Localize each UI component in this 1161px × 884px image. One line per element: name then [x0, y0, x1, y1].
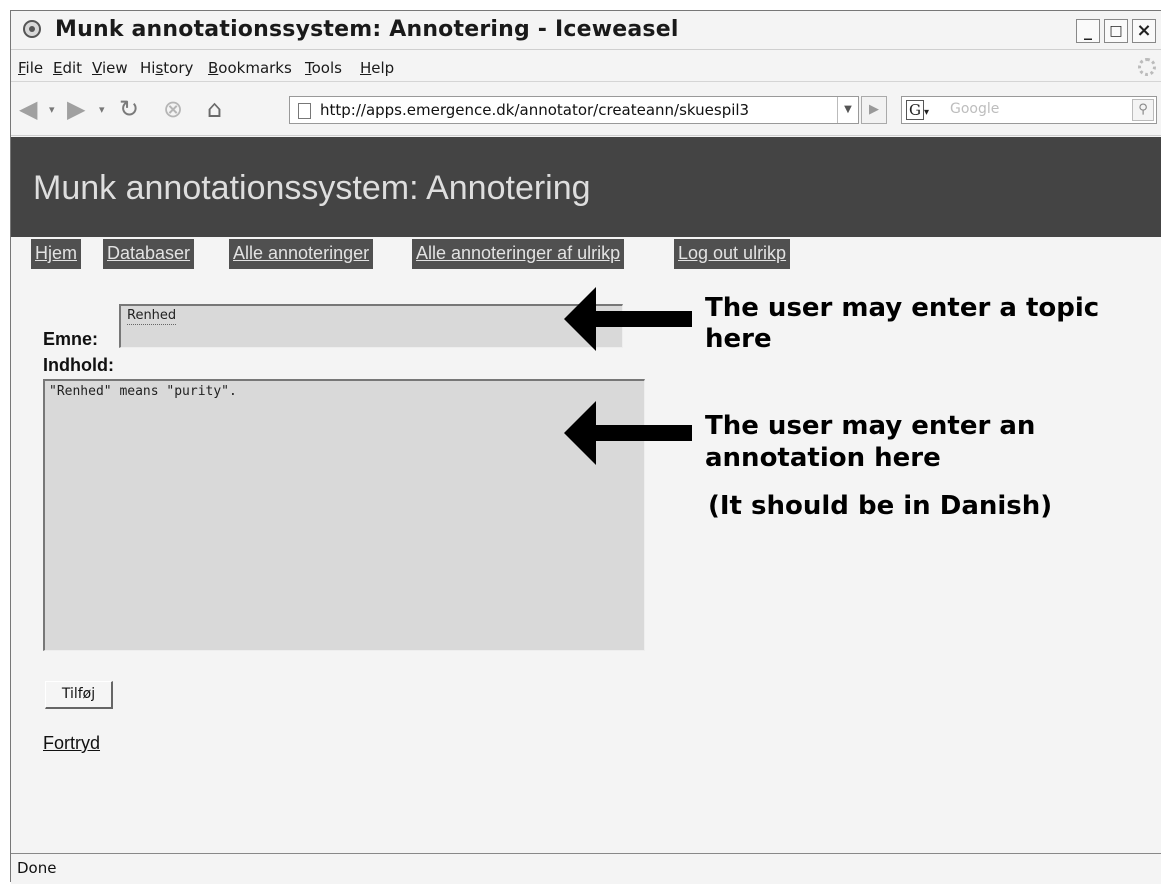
topic-arrow-icon — [564, 287, 692, 351]
menu-file[interactable]: File — [18, 59, 43, 77]
status-text: Done — [17, 859, 57, 877]
window-title: Munk annotationssystem: Annotering - Ice… — [55, 17, 679, 42]
go-button[interactable]: ▶ — [861, 96, 887, 124]
menu-history[interactable]: History — [140, 59, 193, 77]
site-header: Munk annotationssystem: Annotering — [11, 137, 1161, 237]
address-bar[interactable]: http://apps.emergence.dk/annotator/creat… — [289, 96, 859, 124]
menu-tools[interactable]: Tools — [305, 59, 342, 77]
browser-window: Munk annotationssystem: Annotering - Ice… — [10, 10, 1161, 884]
home-icon[interactable]: ⌂ — [207, 97, 222, 121]
tab-alle-annoteringer-af-ulrikp[interactable]: Alle annoteringer af ulrikp — [412, 239, 625, 269]
status-bar: Done — [11, 853, 1161, 884]
tab-log-out[interactable]: Log out ulrikp — [674, 239, 791, 269]
emne-field[interactable]: Renhed — [119, 304, 623, 348]
indhold-label: Indhold: — [43, 355, 114, 375]
search-magnifier-icon[interactable]: ⚲ — [1132, 99, 1154, 121]
add-button[interactable]: Tilføj — [45, 681, 113, 709]
stop-icon[interactable]: ⊗ — [163, 97, 183, 121]
back-arrow-icon[interactable]: ◀ — [19, 97, 37, 121]
back-dropdown-icon[interactable]: ▾ — [49, 103, 55, 116]
search-placeholder: Google — [950, 101, 1000, 117]
minimize-button[interactable]: _ — [1076, 19, 1100, 43]
menu-help[interactable]: Help — [360, 59, 394, 77]
content-arrow-icon — [564, 401, 692, 465]
page-title: Munk annotationssystem: Annotering — [33, 169, 591, 207]
navigation-toolbar: ◀ ▾ ▶ ▾ ↻ ⊗ ⌂ http://apps.emergence.dk/a… — [11, 83, 1161, 136]
forward-arrow-icon[interactable]: ▶ — [67, 97, 85, 121]
page-icon — [298, 103, 311, 119]
page-content: Munk annotationssystem: Annotering Hjem … — [11, 137, 1161, 853]
tab-alle-annoteringer[interactable]: Alle annoteringer — [229, 239, 374, 269]
emne-value: Renhed — [127, 308, 177, 325]
url-text: http://apps.emergence.dk/annotator/creat… — [320, 101, 750, 119]
menu-edit[interactable]: Edit — [53, 59, 82, 77]
topic-note-line1: The user may enter a topic — [705, 293, 1100, 323]
tab-hjem[interactable]: Hjem — [31, 239, 82, 269]
content-note-line1: The user may enter an — [705, 411, 1036, 441]
menu-view[interactable]: View — [92, 59, 128, 77]
iceweasel-icon — [23, 20, 41, 38]
throbber-icon — [1138, 58, 1156, 76]
url-dropdown-icon[interactable]: ▼ — [837, 97, 858, 123]
maximize-button[interactable]: □ — [1104, 19, 1128, 43]
reload-icon[interactable]: ↻ — [119, 97, 139, 121]
search-bar[interactable]: G ▾ Google ⚲ — [901, 96, 1157, 124]
emne-label: Emne: — [43, 329, 99, 349]
forward-dropdown-icon[interactable]: ▾ — [99, 103, 105, 116]
indhold-textarea[interactable]: "Renhed" means "purity". — [43, 379, 645, 651]
tab-databaser[interactable]: Databaser — [103, 239, 195, 269]
topic-note-line2: here — [705, 324, 772, 354]
indhold-value: "Renhed" means "purity". — [49, 384, 237, 399]
close-button[interactable]: × — [1132, 19, 1156, 43]
search-engine-selector[interactable]: G ▾ — [906, 100, 944, 120]
menu-bookmarks[interactable]: Bookmarks — [208, 59, 292, 77]
content-note-line3: (It should be in Danish) — [708, 491, 1053, 521]
cancel-link[interactable]: Fortryd — [43, 733, 100, 754]
title-bar: Munk annotationssystem: Annotering - Ice… — [11, 11, 1161, 50]
content-note-line2: annotation here — [705, 443, 941, 473]
menu-bar: File Edit View History Bookmarks Tools H… — [11, 51, 1161, 82]
